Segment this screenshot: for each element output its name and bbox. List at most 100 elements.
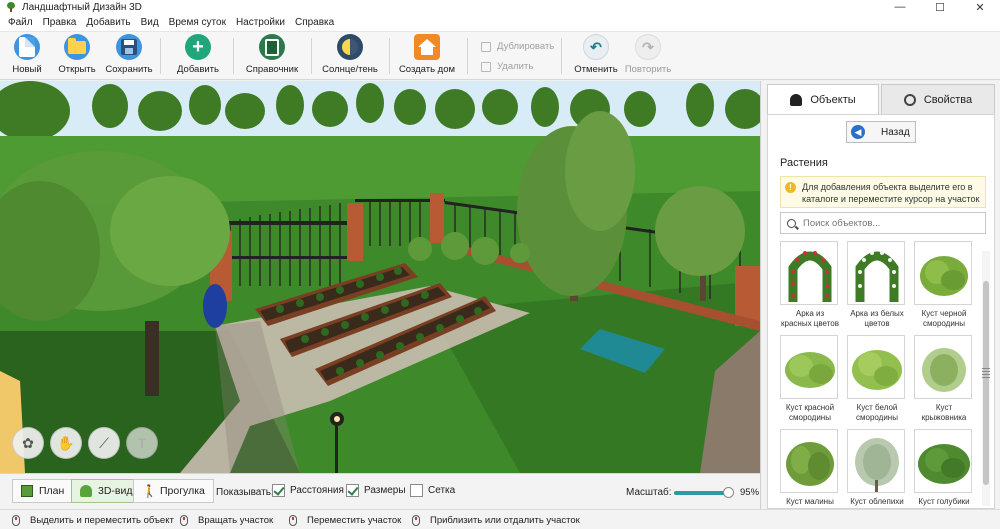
catalog-item[interactable]: Куст голубики: [914, 429, 974, 508]
item-label: Куст крыжовника: [921, 403, 967, 422]
delete-button[interactable]: Удалить: [481, 61, 533, 72]
distances-checkbox[interactable]: Расстояния: [272, 484, 344, 497]
minimize-button[interactable]: —: [880, 0, 920, 14]
search-input[interactable]: [803, 217, 973, 229]
catalog-item[interactable]: Арка из белых цветов: [847, 241, 907, 329]
save-button[interactable]: Сохранить: [99, 34, 159, 75]
walk-mode-button[interactable]: 🚶 Прогулка: [133, 479, 214, 503]
catalog-item[interactable]: Куст малины: [780, 429, 840, 508]
blackcurrant-bush-thumbnail: [914, 241, 972, 305]
catalog-scrollbar[interactable]: [982, 251, 990, 506]
reference-button[interactable]: Справочник: [242, 34, 302, 75]
menu-time-of-day[interactable]: Время суток: [164, 17, 231, 28]
status-select-move-label: Выделить и переместить объект: [30, 515, 174, 526]
category-title: Растения: [780, 157, 828, 169]
catalog-item[interactable]: Куст облепихи: [847, 429, 907, 508]
scale-slider-handle[interactable]: [723, 487, 735, 498]
objects-panel: Объекты Свойства ◀ Назад Растения ! Для …: [760, 81, 1000, 509]
item-label: Куст малины: [786, 497, 834, 506]
tab-objects[interactable]: Объекты: [767, 84, 879, 114]
mouse-right-icon: [180, 515, 188, 526]
sun-shadow-label: Солнце/тень: [322, 64, 378, 75]
duplicate-button[interactable]: Дублировать: [481, 41, 554, 52]
3d-mode-button[interactable]: 3D-вид: [71, 479, 142, 503]
status-zoom-label: Приблизить или отдалить участок: [430, 515, 580, 526]
grid-checkbox[interactable]: Сетка: [410, 484, 455, 497]
tab-properties[interactable]: Свойства: [881, 84, 995, 114]
redo-button[interactable]: ↷ Повторить: [618, 34, 678, 75]
text-icon[interactable]: T: [126, 427, 158, 459]
create-house-label: Создать дом: [398, 64, 456, 75]
status-bar: Выделить и переместить объект Вращать уч…: [0, 509, 1000, 529]
toolbar-separator: [233, 38, 234, 74]
catalog-item[interactable]: Арка из красных цветов: [780, 241, 840, 329]
undo-button[interactable]: ↶ Отменить: [566, 34, 626, 75]
catalog-item[interactable]: Куст черной смородины: [914, 241, 974, 329]
open-button[interactable]: Открыть: [47, 34, 107, 75]
scrollbar-grip-icon: [982, 368, 990, 378]
distances-label: Расстояния: [290, 485, 344, 496]
back-button[interactable]: ◀ Назад: [846, 121, 916, 143]
sea-buckthorn-bush-thumbnail: [847, 429, 905, 493]
scale-label: Масштаб:: [626, 487, 672, 498]
search-box[interactable]: [780, 212, 986, 234]
menu-file[interactable]: Файл: [3, 17, 38, 28]
scale-value: 95%: [740, 487, 760, 498]
hand-icon[interactable]: ✋: [50, 427, 82, 459]
sun-shadow-button[interactable]: Солнце/тень: [320, 34, 380, 75]
item-label: Куст голубики: [918, 497, 970, 506]
tab-objects-label: Объекты: [810, 93, 856, 106]
item-label: Куст белой смородины: [856, 403, 898, 422]
save-label: Сохранить: [105, 64, 153, 75]
plan-mode-button[interactable]: План: [12, 479, 74, 503]
menu-bar: Файл Правка Добавить Вид Время суток Нас…: [0, 14, 1000, 32]
hint-box: ! Для добавления объекта выделите его в …: [780, 176, 986, 208]
plus-icon: +: [185, 34, 211, 60]
new-document-icon: [14, 34, 40, 60]
gooseberry-bush-thumbnail: [914, 335, 972, 399]
3d-viewport[interactable]: ✿ ✋ ⟋ T: [0, 81, 760, 473]
check-icon: [272, 484, 285, 497]
menu-settings[interactable]: Настройки: [231, 17, 290, 28]
status-select-move: Выделить и переместить объект: [12, 515, 174, 526]
sizes-checkbox[interactable]: Размеры: [346, 484, 406, 497]
catalog-item[interactable]: Куст крыжовника: [914, 335, 974, 423]
blueberry-bush-thumbnail: [914, 429, 972, 493]
add-button[interactable]: + Добавить: [168, 34, 228, 75]
mouse-left-icon: [12, 515, 20, 526]
blue-vase: [203, 284, 227, 328]
search-icon: [787, 218, 796, 228]
app-tree-icon: [6, 2, 16, 12]
3d-tree-icon: [80, 485, 92, 497]
close-button[interactable]: ✕: [960, 0, 1000, 14]
menu-edit[interactable]: Правка: [38, 17, 82, 28]
mouse-middle-icon: [289, 515, 297, 526]
orbit-icon[interactable]: ✿: [12, 427, 44, 459]
maximize-button[interactable]: ☐: [920, 0, 960, 14]
status-pan: Переместить участок: [289, 515, 401, 526]
walk-label: Прогулка: [160, 485, 205, 497]
tab-properties-label: Свойства: [923, 93, 973, 106]
scrollbar-thumb[interactable]: [983, 281, 989, 485]
ruler-icon[interactable]: ⟋: [88, 427, 120, 459]
scale-slider-fill: [674, 491, 730, 495]
trash-icon: [481, 61, 491, 72]
item-label: Арка из красных цветов: [781, 309, 839, 328]
scale-slider[interactable]: [674, 487, 735, 498]
add-label: Добавить: [177, 64, 219, 75]
title-bar: Ландшафтный Дизайн 3D — ☐ ✕: [0, 0, 1000, 14]
redcurrant-bush-thumbnail: [780, 335, 838, 399]
create-house-button[interactable]: Создать дом: [397, 34, 457, 75]
menu-help[interactable]: Справка: [290, 17, 339, 28]
toolbar-separator: [389, 38, 390, 74]
catalog-item[interactable]: Куст белой смородины: [847, 335, 907, 423]
sun-shadow-icon: [337, 34, 363, 60]
menu-view[interactable]: Вид: [136, 17, 164, 28]
menu-add[interactable]: Добавить: [81, 17, 135, 28]
item-label: Куст облепихи: [850, 497, 904, 506]
reference-label: Справочник: [245, 64, 299, 75]
plan-icon: [21, 485, 33, 497]
floppy-icon: [116, 34, 142, 60]
catalog-item[interactable]: Куст красной смородины: [780, 335, 840, 423]
show-label: Показывать:: [216, 487, 274, 498]
